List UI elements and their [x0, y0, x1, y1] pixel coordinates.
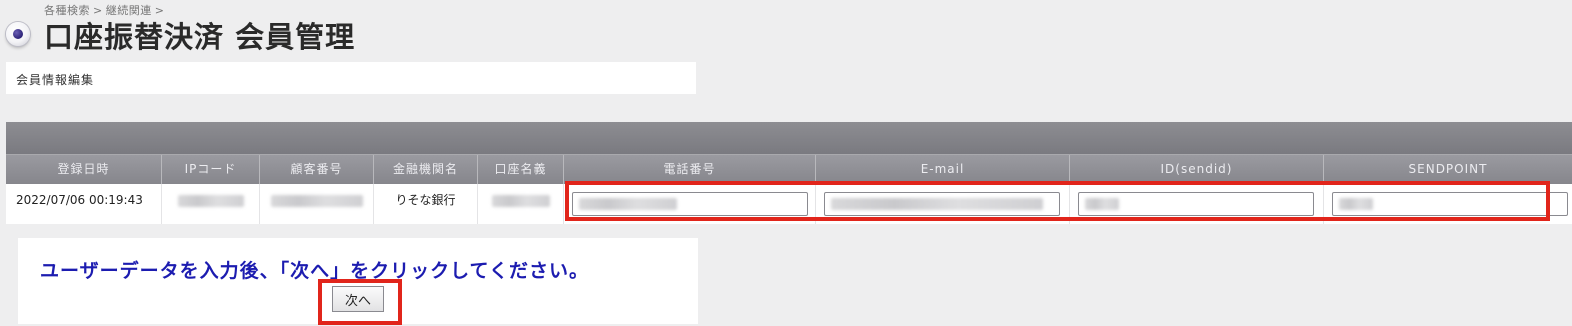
- cell-sendpoint: [1324, 184, 1572, 224]
- cell-registered-at: 2022/07/06 00:19:43: [6, 184, 162, 224]
- redacted-value: [831, 198, 1043, 210]
- column-header-bank-name: 金融機関名: [374, 155, 478, 184]
- table-header-row: 登録日時 IPコード 顧客番号 金融機関名 口座名義 電話番号 E-mail I…: [6, 155, 1572, 184]
- radio-bullet-icon: [6, 22, 30, 46]
- table-top-bar: [6, 122, 1572, 155]
- column-header-account-holder: 口座名義: [478, 155, 564, 184]
- cell-account-holder: [478, 184, 564, 224]
- section-header: 会員情報編集: [6, 62, 696, 94]
- cell-bank-name: りそな銀行: [374, 184, 478, 224]
- column-header-ip-code: IPコード: [162, 155, 260, 184]
- email-input[interactable]: [824, 192, 1060, 216]
- table-row: 2022/07/06 00:19:43 りそな銀行: [6, 184, 1572, 224]
- column-header-sendid: ID(sendid): [1070, 155, 1324, 184]
- redacted-value: [1085, 198, 1119, 210]
- sendpoint-input[interactable]: [1332, 192, 1568, 216]
- cell-sendid: [1070, 184, 1324, 224]
- cell-email: [816, 184, 1070, 224]
- cell-ip-code: [162, 184, 260, 224]
- next-button[interactable]: 次へ: [332, 286, 384, 312]
- redacted-value: [579, 198, 677, 210]
- sendid-input[interactable]: [1078, 192, 1314, 216]
- section-label: 会員情報編集: [16, 73, 95, 87]
- cell-customer-number: [260, 184, 374, 224]
- column-header-email: E-mail: [816, 155, 1070, 184]
- phone-input[interactable]: [572, 192, 808, 216]
- redacted-value: [177, 194, 244, 207]
- redacted-value: [270, 194, 363, 207]
- cell-phone: [564, 184, 816, 224]
- redacted-value: [491, 194, 550, 207]
- instruction-panel: ユーザーデータを入力後、「次へ」をクリックしてください。 次へ: [18, 238, 698, 324]
- column-header-phone: 電話番号: [564, 155, 816, 184]
- column-header-sendpoint: SENDPOINT: [1408, 162, 1488, 176]
- page-title: 口座振替決済 会員管理: [44, 20, 356, 54]
- redacted-value: [1339, 198, 1373, 210]
- column-header-customer-number: 顧客番号: [260, 155, 374, 184]
- instruction-text: ユーザーデータを入力後、「次へ」をクリックしてください。: [40, 260, 589, 282]
- column-header-registered-at: 登録日時: [6, 155, 162, 184]
